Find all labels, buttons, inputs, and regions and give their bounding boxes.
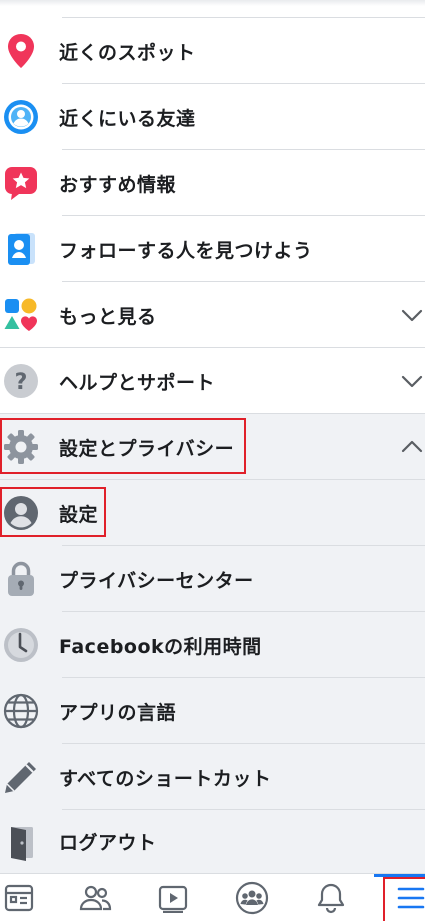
highlight-box-menu-tab bbox=[383, 877, 425, 921]
highlight-box-settings-privacy bbox=[0, 418, 246, 474]
friends-icon bbox=[79, 885, 112, 911]
menu-item-label: フォローする人を見つけよう bbox=[59, 239, 313, 262]
chevron-down-icon[interactable] bbox=[401, 370, 423, 392]
menu-item-label: すべてのショートカット bbox=[59, 767, 272, 790]
svg-text:?: ? bbox=[15, 370, 28, 395]
menu-item-nearby-spots[interactable]: 近くのスポット bbox=[0, 18, 425, 84]
location-pin-icon bbox=[2, 32, 40, 70]
nearby-friends-icon bbox=[2, 98, 40, 136]
menu-item-label: 近くのスポット bbox=[59, 41, 196, 64]
menu-item-app-language[interactable]: アプリの言語 bbox=[0, 678, 425, 744]
bottom-tab-bar bbox=[0, 873, 425, 921]
menu-item-label: おすすめ情報 bbox=[59, 173, 177, 196]
menu-item-all-shortcuts[interactable]: すべてのショートカット bbox=[0, 744, 425, 810]
menu-item-label: もっと見る bbox=[59, 305, 157, 328]
globe-icon bbox=[2, 692, 40, 730]
menu-item-logout[interactable]: ログアウト bbox=[0, 810, 425, 873]
menu-item-see-more[interactable]: もっと見る bbox=[0, 282, 425, 348]
door-icon bbox=[2, 823, 40, 861]
menu-item-label: Facebookの利用時間 bbox=[59, 635, 262, 658]
menu-item-privacy-center[interactable]: プライバシーセンター bbox=[0, 546, 425, 612]
contact-card-icon bbox=[2, 230, 40, 268]
pencil-icon bbox=[2, 758, 40, 796]
menu-item-time-on-facebook[interactable]: Facebookの利用時間 bbox=[0, 612, 425, 678]
bell-icon bbox=[317, 883, 345, 914]
tab-watch[interactable] bbox=[148, 874, 198, 921]
highlight-box-settings bbox=[0, 487, 106, 537]
chevron-up-icon[interactable] bbox=[401, 436, 423, 458]
shapes-icon bbox=[2, 296, 40, 334]
video-play-icon bbox=[158, 885, 188, 913]
top-edge bbox=[0, 0, 425, 18]
tab-notifications[interactable] bbox=[306, 874, 356, 921]
menu-item-recommendations[interactable]: おすすめ情報 bbox=[0, 150, 425, 216]
menu-item-find-friends[interactable]: フォローする人を見つけよう bbox=[0, 216, 425, 282]
menu-item-nearby-friends[interactable]: 近くにいる友達 bbox=[0, 84, 425, 150]
menu-item-help-support[interactable]: ? ヘルプとサポート bbox=[0, 348, 425, 414]
question-icon: ? bbox=[2, 362, 40, 400]
menu-item-label: 近くにいる友達 bbox=[59, 107, 196, 130]
menu-item-label: アプリの言語 bbox=[59, 701, 177, 724]
menu-item-label: ログアウト bbox=[59, 832, 157, 854]
lock-icon bbox=[2, 560, 40, 598]
menu-item-label: ヘルプとサポート bbox=[59, 371, 216, 394]
menu-item-label: プライバシーセンター bbox=[59, 569, 254, 592]
star-bubble-icon bbox=[2, 164, 40, 202]
tab-news-feed[interactable] bbox=[0, 874, 44, 921]
groups-icon bbox=[235, 881, 269, 915]
tab-groups[interactable] bbox=[227, 874, 277, 921]
chevron-down-icon[interactable] bbox=[401, 304, 423, 326]
tab-friends[interactable] bbox=[70, 874, 120, 921]
clock-icon bbox=[2, 626, 40, 664]
news-feed-icon bbox=[4, 884, 34, 912]
